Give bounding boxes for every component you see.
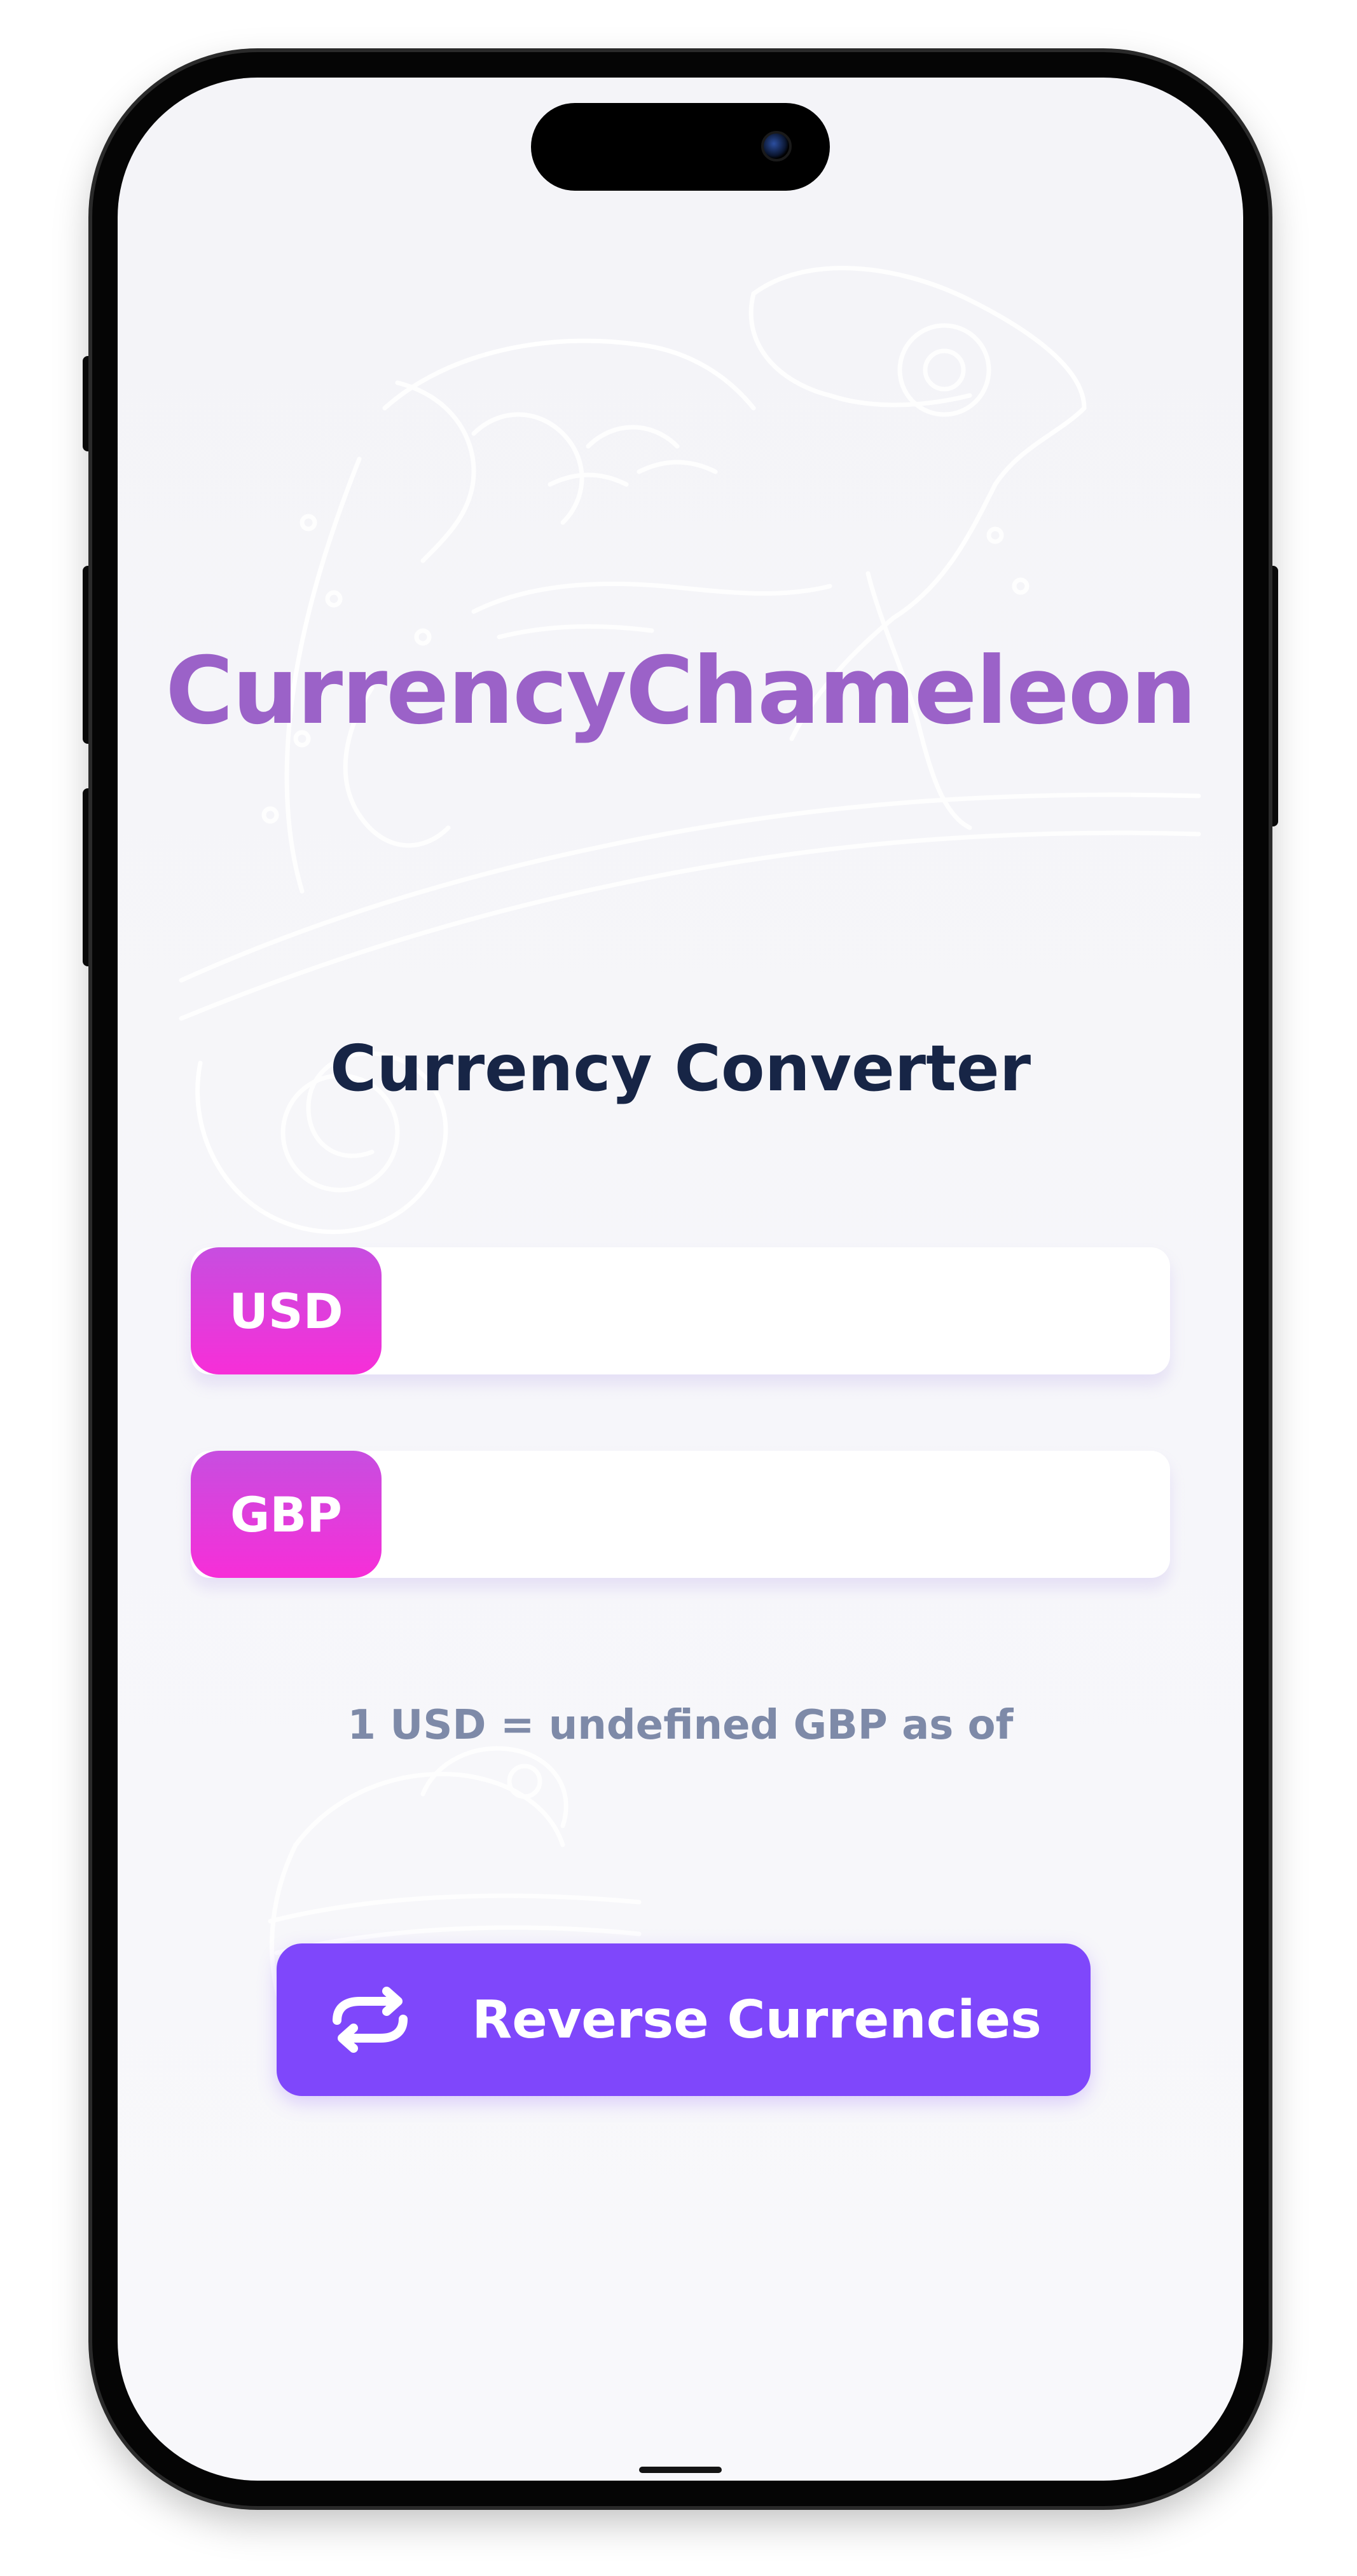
front-camera-icon: [761, 131, 792, 161]
app-screen: CurrencyChameleon Currency Converter USD…: [118, 78, 1243, 2481]
converter-heading: Currency Converter: [329, 1031, 1031, 1106]
to-currency-field: GBP: [191, 1451, 1170, 1578]
home-indicator: [639, 2467, 722, 2473]
from-currency-field: USD: [191, 1247, 1170, 1374]
exchange-rate-text: 1 USD = undefined GBP as of: [347, 1702, 1014, 1749]
to-currency-selector[interactable]: GBP: [191, 1451, 382, 1578]
dynamic-island: [531, 103, 830, 191]
swap-arrows-icon: [333, 1987, 408, 2053]
reverse-currencies-button[interactable]: Reverse Currencies: [277, 1943, 1091, 2096]
app-title: CurrencyChameleon: [165, 637, 1197, 745]
phone-frame: CurrencyChameleon Currency Converter USD…: [92, 52, 1269, 2506]
reverse-currencies-label: Reverse Currencies: [472, 1989, 1042, 2050]
from-currency-selector[interactable]: USD: [191, 1247, 382, 1374]
